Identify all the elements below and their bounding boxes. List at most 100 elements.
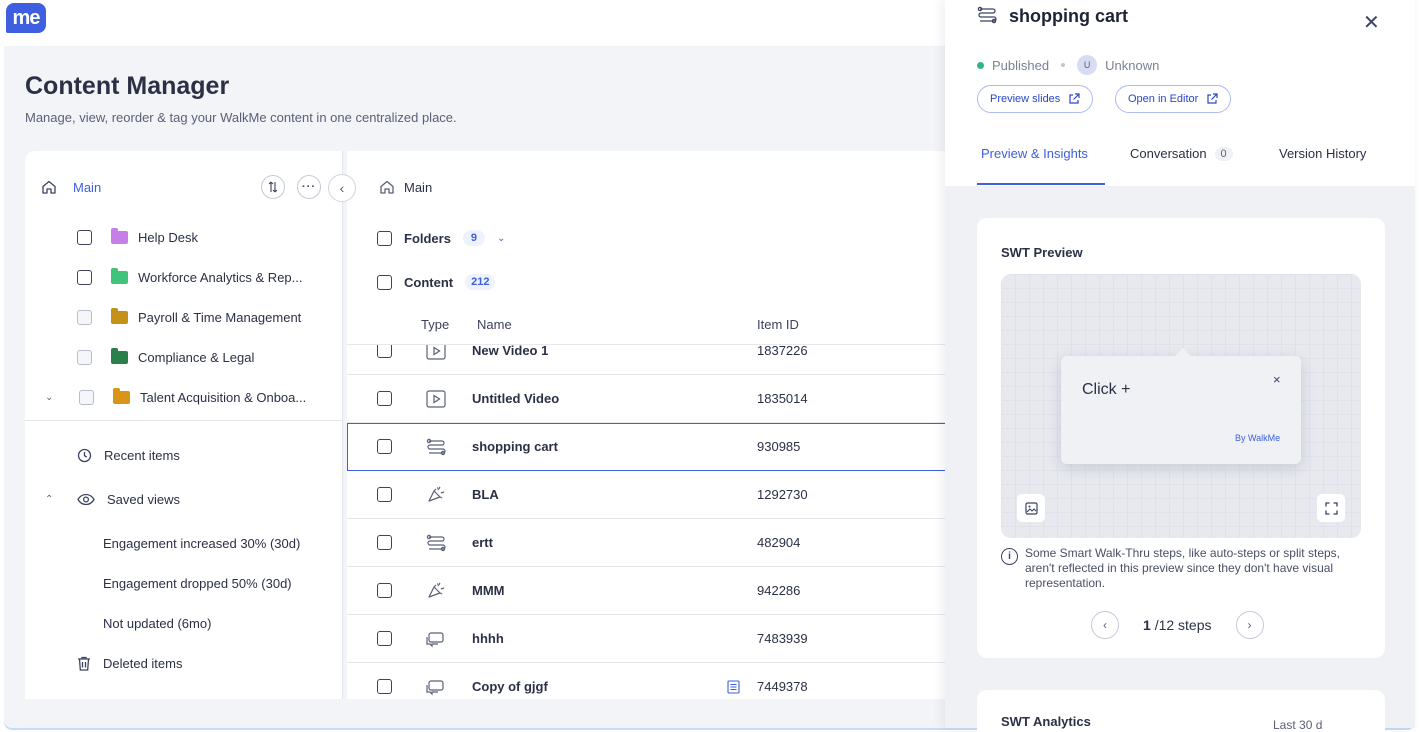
sidebar-saved-views[interactable]: ⌃ Saved views: [45, 479, 180, 519]
row-name: Copy of gjgf: [472, 679, 548, 694]
step-current: 1: [1143, 617, 1151, 633]
table-row[interactable]: New Video 1 1837226: [347, 345, 947, 375]
folder-checkbox[interactable]: [77, 309, 92, 325]
sidebar-folder-talent-acquisition[interactable]: ⌄ Talent Acquisition & Onboa...: [45, 377, 306, 417]
page-title: Content Manager: [25, 72, 230, 100]
row-checkbox[interactable]: [377, 631, 392, 646]
sidebar-deleted-items[interactable]: Deleted items: [77, 643, 182, 683]
content-list: Main Folders 9 ⌄ Content 212 Type Name I…: [347, 151, 947, 699]
saved-views-label: Saved views: [107, 491, 180, 507]
row-checkbox[interactable]: [377, 487, 392, 502]
info-icon: i: [1001, 548, 1018, 565]
row-checkbox[interactable]: [377, 679, 392, 694]
open-in-editor-label: Open in Editor: [1128, 93, 1199, 105]
tab-version-history[interactable]: Version History: [1279, 146, 1366, 161]
column-header-type[interactable]: Type: [421, 317, 449, 332]
walkme-logo[interactable]: me: [6, 3, 46, 33]
open-in-editor-button[interactable]: Open in Editor: [1115, 85, 1232, 113]
row-item-id: 7483939: [757, 631, 808, 646]
row-checkbox[interactable]: [377, 391, 392, 406]
step-pager: ‹ 1 /12 steps ›: [1091, 611, 1264, 639]
row-item-id: 7449378: [757, 679, 808, 694]
saved-view-item[interactable]: Engagement dropped 50% (30d): [103, 563, 292, 603]
deleted-items-label: Deleted items: [103, 655, 183, 671]
folders-section-header[interactable]: Folders 9 ⌄: [377, 230, 505, 246]
sort-icon: [268, 181, 278, 193]
folder-icon: [111, 307, 128, 324]
folder-sidebar: Main ··· Help Desk Workforce Analytics &…: [25, 151, 343, 699]
folder-icon: [111, 227, 128, 244]
breadcrumb-main[interactable]: Main: [404, 180, 432, 195]
row-checkbox[interactable]: [377, 439, 392, 454]
table-row[interactable]: MMM 942286: [347, 567, 947, 615]
folder-checkbox[interactable]: [79, 389, 94, 405]
previous-step-button[interactable]: ‹: [1091, 611, 1119, 639]
row-checkbox[interactable]: [377, 535, 392, 550]
select-all-content-checkbox[interactable]: [377, 274, 392, 290]
chevron-down-icon[interactable]: ⌄: [497, 233, 505, 244]
collapse-sidebar-button[interactable]: ‹: [328, 174, 356, 202]
saved-view-label: Not updated (6mo): [103, 615, 212, 631]
table-row[interactable]: hhhh 7483939: [347, 615, 947, 663]
sidebar-root-main[interactable]: Main: [41, 167, 101, 207]
clock-icon: [77, 448, 92, 462]
breadcrumb: Main: [379, 179, 432, 195]
status-badge: Published: [992, 57, 1050, 73]
row-item-id: 942286: [757, 583, 801, 598]
saved-view-item[interactable]: Engagement increased 30% (30d): [103, 523, 300, 563]
shoutout-icon: [426, 632, 444, 648]
table-row[interactable]: BLA 1292730: [347, 471, 947, 519]
chevron-up-icon[interactable]: ⌃: [45, 494, 57, 505]
tab-conversation[interactable]: Conversation 0: [1130, 146, 1233, 161]
table-row[interactable]: Copy of gjgf 7449378: [347, 663, 947, 699]
sidebar-folder-help-desk[interactable]: Help Desk: [77, 217, 198, 257]
chevron-down-icon[interactable]: ⌄: [45, 392, 57, 403]
folder-checkbox[interactable]: [77, 349, 92, 365]
chevron-right-icon: ›: [1247, 618, 1252, 632]
more-options-button[interactable]: ···: [297, 175, 321, 199]
image-button[interactable]: [1017, 494, 1045, 522]
folder-checkbox[interactable]: [77, 269, 92, 285]
close-icon[interactable]: ✕: [1363, 10, 1380, 35]
active-tab-indicator: [977, 183, 1105, 185]
column-header-name[interactable]: Name: [477, 317, 512, 332]
saved-view-item[interactable]: Not updated (6mo): [103, 603, 211, 643]
by-walkme-label: By WalkMe: [1235, 433, 1281, 443]
sort-button[interactable]: [261, 175, 285, 199]
tab-preview-insights[interactable]: Preview & Insights: [981, 146, 1088, 161]
eye-icon: [77, 493, 95, 505]
row-checkbox[interactable]: [377, 345, 392, 358]
row-item-id: 1835014: [757, 391, 808, 406]
sidebar-recent-items[interactable]: Recent items: [77, 435, 180, 475]
content-section-header: Content 212: [377, 274, 496, 290]
folder-checkbox[interactable]: [77, 229, 92, 245]
fullscreen-button[interactable]: [1317, 494, 1345, 522]
sidebar-folder-workforce-analytics[interactable]: Workforce Analytics & Rep...: [77, 257, 303, 297]
row-item-id: 930985: [757, 439, 801, 454]
select-all-folders-checkbox[interactable]: [377, 230, 392, 246]
column-header-item-id[interactable]: Item ID: [757, 317, 799, 332]
table-row[interactable]: ertt 482904: [347, 519, 947, 567]
launcher-icon: [428, 582, 445, 598]
sidebar-folder-compliance[interactable]: Compliance & Legal: [77, 337, 254, 377]
video-icon: [426, 345, 446, 360]
swt-preview-canvas: Click + × By WalkMe: [1001, 274, 1361, 538]
table-row[interactable]: Untitled Video 1835014: [347, 375, 947, 423]
smart-walkthru-icon: [426, 534, 446, 552]
balloon-close-icon[interactable]: ×: [1273, 372, 1281, 387]
info-text: Some Smart Walk-Thru steps, like auto-st…: [1025, 546, 1340, 590]
step-balloon: Click + × By WalkMe: [1061, 348, 1301, 464]
saved-view-label: Engagement increased 30% (30d): [103, 535, 301, 551]
swt-analytics-title: SWT Analytics: [1001, 714, 1091, 729]
status-dot: [977, 61, 984, 69]
sidebar-folder-payroll[interactable]: Payroll & Time Management: [77, 297, 301, 337]
row-checkbox[interactable]: [377, 583, 392, 598]
preview-slides-button[interactable]: Preview slides: [977, 85, 1094, 113]
next-step-button[interactable]: ›: [1235, 611, 1264, 639]
preview-slides-label: Preview slides: [990, 93, 1061, 105]
home-icon[interactable]: [379, 179, 395, 195]
folders-label: Folders: [404, 230, 451, 246]
table-row-selected[interactable]: shopping cart 930985: [347, 423, 947, 471]
analytics-range[interactable]: Last 30 d: [1273, 718, 1322, 732]
swt-preview-title: SWT Preview: [1001, 245, 1083, 260]
